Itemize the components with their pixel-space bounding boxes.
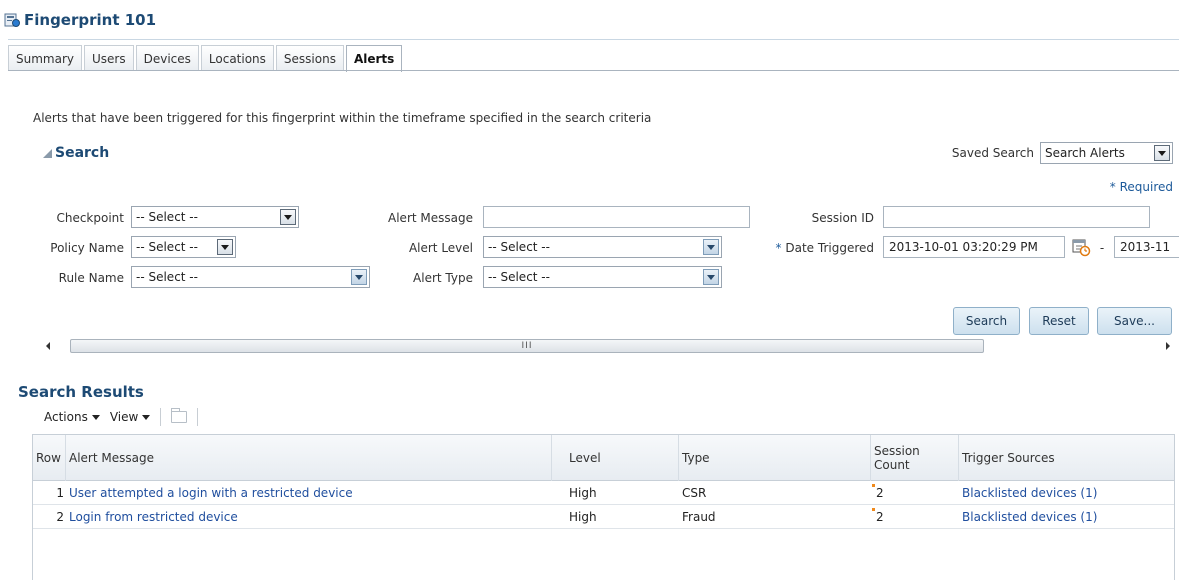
required-note: * Required [1110, 180, 1173, 194]
tab-divider [8, 70, 1179, 71]
calendar-icon[interactable] [1071, 237, 1091, 257]
tab-users[interactable]: Users [84, 45, 134, 71]
alert-type-select[interactable]: -- Select -- [483, 266, 722, 288]
changed-marker-icon [872, 508, 875, 511]
search-panel-title: Search [55, 145, 110, 161]
view-menu[interactable]: View [109, 410, 151, 424]
checkpoint-label: Checkpoint [56, 211, 124, 225]
session-count: 2 [871, 505, 959, 529]
chevron-down-icon[interactable] [1154, 145, 1170, 161]
results-title: Search Results [18, 383, 144, 401]
required-star: * [775, 241, 786, 255]
alert-level: High [569, 510, 597, 524]
actions-menu-label: Actions [44, 410, 88, 424]
column-header-type[interactable]: Type [679, 435, 871, 481]
chevron-down-icon[interactable] [703, 269, 719, 285]
trigger-sources-link[interactable]: Blacklisted devices (1) [959, 505, 1176, 529]
actions-menu[interactable]: Actions [44, 410, 100, 424]
date-triggered-label: * Date Triggered [740, 241, 874, 255]
scroll-right-icon[interactable] [1166, 342, 1170, 350]
toolbar-divider [197, 408, 199, 426]
fingerprint-icon [4, 13, 20, 27]
alert-type-label: Alert Type [413, 271, 473, 285]
alert-type-value: -- Select -- [488, 270, 550, 284]
column-header-trigger-sources[interactable]: Trigger Sources [959, 435, 1176, 481]
tab-devices[interactable]: Devices [135, 45, 199, 71]
tab-alerts[interactable]: Alerts [345, 45, 403, 72]
tab-bar: Summary Users Devices Locations Sessions… [8, 45, 403, 72]
scrollbar-thumb[interactable]: III [70, 339, 984, 353]
save-button[interactable]: Save... [1097, 307, 1172, 335]
page-title: Fingerprint 101 [24, 11, 157, 29]
alert-message-link[interactable]: Login from restricted device [66, 505, 552, 529]
caret-down-icon [91, 414, 100, 420]
page-description: Alerts that have been triggered for this… [33, 111, 652, 125]
chevron-down-icon[interactable] [280, 209, 296, 225]
date-to-input[interactable]: 2013-11 [1114, 236, 1179, 258]
date-triggered-text: Date Triggered [785, 241, 874, 255]
page-header: Fingerprint 101 [4, 8, 156, 32]
row-number: 2 [56, 510, 64, 524]
saved-search: Saved Search Search Alerts [952, 142, 1173, 164]
column-header-session-count[interactable]: Session Count [871, 435, 959, 481]
saved-search-label: Saved Search [951, 146, 1034, 160]
alert-level-select[interactable]: -- Select -- [483, 236, 722, 258]
trigger-sources-link[interactable]: Blacklisted devices (1) [959, 481, 1176, 505]
tab-summary[interactable]: Summary [8, 45, 82, 71]
rule-name-select[interactable]: -- Select -- [131, 266, 370, 288]
tab-sessions[interactable]: Sessions [275, 45, 344, 71]
results-toolbar: Actions View [44, 408, 199, 426]
toolbar-divider [160, 408, 162, 426]
column-header-alert-message[interactable]: Alert Message [66, 435, 552, 481]
session-count: 2 [871, 481, 959, 505]
required-label: Required [1119, 180, 1173, 194]
policy-name-label: Policy Name [50, 241, 124, 255]
rule-name-value: -- Select -- [136, 270, 198, 284]
column-header-row[interactable]: Row [33, 435, 66, 481]
date-from-input[interactable]: 2013-10-01 03:20:29 PM [883, 236, 1065, 258]
required-star: * [1109, 180, 1120, 194]
view-menu-label: View [109, 410, 139, 424]
date-separator: - [1099, 241, 1105, 255]
table-row[interactable]: 2 Login from restricted device High Frau… [33, 505, 1174, 529]
policy-name-value: -- Select -- [136, 240, 198, 254]
changed-marker-icon [872, 484, 875, 487]
caret-down-icon [142, 414, 151, 420]
alert-type: CSR [682, 486, 707, 500]
column-header-level[interactable]: Level [552, 435, 679, 481]
scrollbar-grip: III [521, 341, 533, 351]
alert-message-label: Alert Message [388, 211, 473, 225]
alert-message-input[interactable] [483, 206, 750, 228]
search-panel-header[interactable]: Search [43, 145, 109, 161]
chevron-down-icon[interactable] [217, 239, 233, 255]
reset-button[interactable]: Reset [1029, 307, 1089, 335]
search-button[interactable]: Search [953, 307, 1020, 335]
session-id-label: Session ID [811, 211, 874, 225]
saved-search-value: Search Alerts [1045, 146, 1125, 160]
rule-name-label: Rule Name [58, 271, 124, 285]
tab-locations[interactable]: Locations [200, 45, 274, 71]
row-number: 1 [56, 486, 64, 500]
alert-type: Fraud [682, 510, 716, 524]
title-divider [8, 39, 1179, 40]
results-table: Row Alert Message Level Type Session Cou… [32, 434, 1175, 580]
chevron-down-icon[interactable] [703, 239, 719, 255]
horizontal-scrollbar[interactable]: III [44, 339, 1172, 353]
policy-name-select[interactable]: -- Select -- [131, 236, 236, 258]
collapse-triangle-icon[interactable] [43, 148, 52, 158]
session-count-value: 2 [876, 510, 884, 524]
table-row[interactable]: 1 User attempted a login with a restrict… [33, 481, 1174, 505]
alert-message-link[interactable]: User attempted a login with a restricted… [66, 481, 552, 505]
checkpoint-value: -- Select -- [136, 210, 198, 224]
folder-icon[interactable] [171, 408, 188, 423]
table-header: Row Alert Message Level Type Session Cou… [33, 435, 1174, 481]
alert-level: High [569, 486, 597, 500]
scroll-left-icon[interactable] [46, 342, 50, 350]
alert-level-value: -- Select -- [488, 240, 550, 254]
alert-level-label: Alert Level [408, 241, 473, 255]
saved-search-select[interactable]: Search Alerts [1040, 142, 1173, 164]
session-count-value: 2 [876, 486, 884, 500]
checkpoint-select[interactable]: -- Select -- [131, 206, 299, 228]
session-id-input[interactable] [883, 206, 1150, 228]
